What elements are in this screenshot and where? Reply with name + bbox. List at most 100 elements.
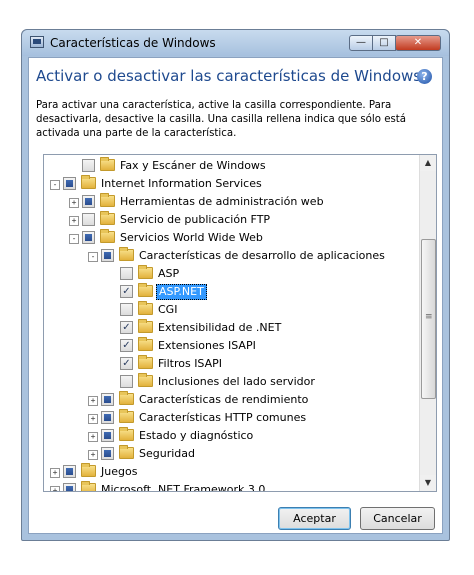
window-icon	[30, 36, 44, 48]
feature-checkbox[interactable]	[101, 393, 114, 406]
feature-checkbox[interactable]	[120, 267, 133, 280]
page-title: Activar o desactivar las características…	[36, 67, 422, 85]
feature-checkbox[interactable]	[101, 429, 114, 442]
scroll-grip-icon: ≡	[425, 312, 433, 322]
folder-icon	[138, 337, 153, 351]
ok-button[interactable]: Aceptar	[278, 507, 351, 530]
tree-item[interactable]: + Juegos	[44, 463, 420, 481]
expand-icon[interactable]: +	[69, 198, 79, 208]
tree-item-label: Filtros ISAPI	[158, 357, 223, 370]
expand-icon[interactable]: +	[69, 216, 79, 226]
feature-checkbox[interactable]	[63, 465, 76, 478]
tree-item[interactable]: + Herramientas de administración web	[44, 193, 420, 211]
collapse-icon[interactable]: -	[88, 252, 98, 262]
tree-item[interactable]: + Características HTTP comunes	[44, 409, 420, 427]
expand-icon[interactable]: +	[50, 468, 60, 478]
tree-items: Fax y Escáner de Windows - Internet Inform…	[44, 155, 420, 491]
feature-checkbox[interactable]: ✓	[120, 357, 133, 370]
close-button[interactable]: ✕	[395, 35, 441, 51]
folder-icon	[138, 373, 153, 387]
title-bar[interactable]: Características de Windows — □ ✕	[22, 30, 449, 56]
feature-checkbox[interactable]: ✓	[120, 339, 133, 352]
feature-checkbox[interactable]	[120, 375, 133, 388]
features-tree[interactable]: Fax y Escáner de Windows - Internet Inform…	[43, 154, 437, 492]
scroll-up-button[interactable]: ▲	[420, 155, 436, 171]
folder-icon	[81, 481, 96, 491]
expand-icon[interactable]: +	[88, 396, 98, 406]
tree-item-label: CGI	[158, 303, 178, 316]
expand-icon[interactable]: +	[88, 414, 98, 424]
folder-icon	[81, 175, 96, 189]
tree-item[interactable]: ✓ Extensiones ISAPI	[44, 337, 420, 355]
tree-item[interactable]: Fax y Escáner de Windows	[44, 157, 420, 175]
folder-icon	[138, 355, 153, 369]
tree-item[interactable]: + Características de rendimiento	[44, 391, 420, 409]
minimize-button[interactable]: —	[349, 35, 373, 51]
folder-icon	[100, 193, 115, 207]
folder-icon	[100, 157, 115, 171]
expand-icon[interactable]: +	[88, 450, 98, 460]
tree-item[interactable]: CGI	[44, 301, 420, 319]
tree-item[interactable]: + Servicio de publicación FTP	[44, 211, 420, 229]
tree-scrollbar[interactable]: ▲ ≡ ▼	[419, 155, 436, 491]
feature-checkbox[interactable]	[82, 213, 95, 226]
tree-item-label: Características de rendimiento	[139, 393, 309, 406]
tree-item[interactable]: ✓ Filtros ISAPI	[44, 355, 420, 373]
tree-item[interactable]: ✓ ASP.NET	[44, 283, 420, 301]
folder-icon	[100, 229, 115, 243]
dialog-content: Activar o desactivar las características…	[28, 57, 443, 534]
folder-icon	[119, 427, 134, 441]
tree-item-label: Herramientas de administración web	[120, 195, 324, 208]
folder-icon	[119, 247, 134, 261]
feature-checkbox[interactable]: ✓	[120, 321, 133, 334]
tree-item[interactable]: - Servicios World Wide Web	[44, 229, 420, 247]
tree-item-label: Microsoft .NET Framework 3.0	[101, 483, 266, 491]
tree-item-label: Servicios World Wide Web	[120, 231, 263, 244]
feature-checkbox[interactable]	[101, 411, 114, 424]
tree-item-label: Internet Information Services	[101, 177, 262, 190]
tree-item[interactable]: + Seguridad	[44, 445, 420, 463]
feature-checkbox[interactable]	[82, 231, 95, 244]
expand-icon[interactable]: +	[50, 486, 60, 491]
tree-item[interactable]: ASP	[44, 265, 420, 283]
tree-item[interactable]: - Características de desarrollo de aplica…	[44, 247, 420, 265]
feature-checkbox[interactable]	[63, 177, 76, 190]
cancel-button[interactable]: Cancelar	[360, 507, 435, 530]
folder-icon	[81, 463, 96, 477]
collapse-icon[interactable]: -	[50, 180, 60, 190]
folder-icon	[138, 265, 153, 279]
tree-item-label: Características HTTP comunes	[139, 411, 307, 424]
tree-item[interactable]: - Internet Information Services	[44, 175, 420, 193]
tree-item[interactable]: + Microsoft .NET Framework 3.0	[44, 481, 420, 491]
folder-icon	[138, 283, 153, 297]
tree-item-label: Características de desarrollo de aplicac…	[139, 249, 385, 262]
feature-checkbox[interactable]: ✓	[120, 285, 133, 298]
tree-item[interactable]: ✓ Extensibilidad de .NET	[44, 319, 420, 337]
feature-checkbox[interactable]	[82, 195, 95, 208]
window-title: Características de Windows	[50, 36, 216, 50]
tree-item-label: Juegos	[101, 465, 138, 478]
folder-icon	[138, 301, 153, 315]
expand-icon[interactable]: +	[88, 432, 98, 442]
tree-item-label: ASP.NET	[156, 284, 207, 300]
folder-icon	[119, 391, 134, 405]
feature-checkbox[interactable]	[63, 483, 76, 491]
folder-icon	[138, 319, 153, 333]
folder-icon	[119, 409, 134, 423]
folder-icon	[119, 445, 134, 459]
collapse-icon[interactable]: -	[69, 234, 79, 244]
scroll-thumb[interactable]: ≡	[421, 239, 436, 399]
tree-item[interactable]: Inclusiones del lado servidor	[44, 373, 420, 391]
tree-item-label: Fax y Escáner de Windows	[120, 159, 266, 172]
tree-item-label: Estado y diagnóstico	[139, 429, 254, 442]
feature-checkbox[interactable]	[120, 303, 133, 316]
feature-checkbox[interactable]	[101, 249, 114, 262]
feature-checkbox[interactable]	[101, 447, 114, 460]
maximize-button[interactable]: □	[372, 35, 396, 51]
tree-item-label: ASP	[158, 267, 180, 280]
feature-checkbox[interactable]	[82, 159, 95, 172]
scroll-down-button[interactable]: ▼	[420, 475, 436, 491]
help-icon[interactable]: ?	[417, 69, 432, 84]
folder-icon	[100, 211, 115, 225]
tree-item[interactable]: + Estado y diagnóstico	[44, 427, 420, 445]
